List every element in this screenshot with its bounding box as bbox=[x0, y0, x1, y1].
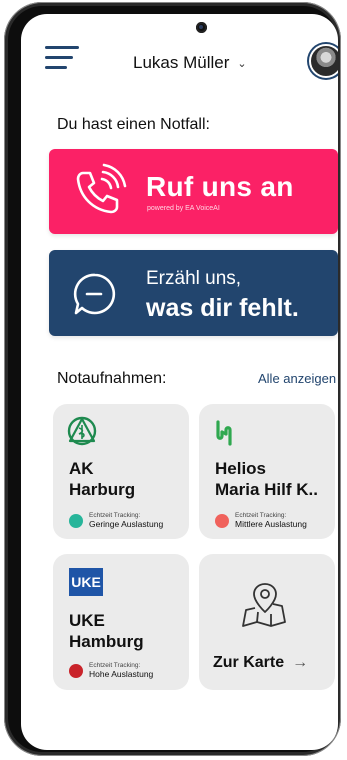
tracking-label: Echtzeit Tracking: bbox=[89, 662, 141, 669]
map-link: Zur Karte → bbox=[213, 654, 308, 672]
load-value: Geringe Auslastung bbox=[89, 519, 164, 529]
user-switcher[interactable]: Lukas Müller ⌄ bbox=[133, 52, 247, 74]
show-all-link[interactable]: Alle anzeigen bbox=[258, 371, 336, 386]
phone-call-icon bbox=[76, 163, 127, 214]
arrow-right-icon: → bbox=[292, 654, 309, 671]
app-screen: Lukas Müller ⌄ Du hast einen Notfall: Ru… bbox=[21, 14, 338, 750]
er-heading: Notaufnahmen: bbox=[57, 370, 167, 387]
hospital-tile-helios[interactable]: Helios Maria Hilf K.. Echtzeit Tracking:… bbox=[199, 404, 335, 539]
status-dot bbox=[69, 513, 83, 528]
emergency-heading: Du hast einen Notfall: bbox=[57, 116, 210, 133]
phone-bezel: Lukas Müller ⌄ Du hast einen Notfall: Ru… bbox=[8, 6, 338, 752]
phone-frame: Lukas Müller ⌄ Du hast einen Notfall: Ru… bbox=[4, 2, 341, 756]
status-badge: Echtzeit Tracking: Hohe Auslastung bbox=[69, 662, 153, 679]
chat-button[interactable]: Erzähl uns, was dir fehlt. bbox=[49, 250, 338, 336]
load-value: Hohe Auslastung bbox=[89, 669, 154, 679]
call-title: Ruf uns an bbox=[146, 171, 294, 202]
tracking-label: Echtzeit Tracking: bbox=[89, 512, 141, 519]
user-name: Lukas Müller bbox=[133, 53, 230, 72]
hospital-name-line1: UKE bbox=[69, 611, 105, 630]
chat-bubble-icon bbox=[73, 273, 116, 315]
hospital-name-line1: Helios bbox=[215, 459, 267, 478]
hospital-name-line1: AK bbox=[69, 459, 94, 478]
map-tile[interactable]: Zur Karte → bbox=[199, 554, 335, 690]
hospital-tile-uke[interactable]: UKE UKE Hamburg Echtzeit Tracking: Hohe … bbox=[53, 554, 189, 690]
chevron-down-icon: ⌄ bbox=[237, 57, 247, 70]
front-camera bbox=[196, 22, 207, 33]
map-label: Zur Karte bbox=[213, 654, 285, 671]
tracking-label: Echtzeit Tracking: bbox=[235, 512, 287, 519]
chat-line2: was dir fehlt. bbox=[146, 294, 299, 322]
uke-logo: UKE bbox=[69, 568, 103, 596]
map-pin-icon bbox=[242, 583, 286, 627]
call-us-button[interactable]: Ruf uns an powered by EA VoiceAI bbox=[49, 149, 338, 234]
asklepios-logo-icon bbox=[67, 416, 97, 446]
status-badge: Echtzeit Tracking: Geringe Auslastung bbox=[69, 512, 163, 529]
status-dot bbox=[215, 513, 229, 528]
hamburger-menu-icon[interactable] bbox=[45, 46, 79, 70]
hospital-name-line2: Maria Hilf K.. bbox=[215, 480, 318, 499]
call-subtitle: powered by EA VoiceAI bbox=[147, 205, 220, 212]
helios-logo-icon bbox=[216, 420, 232, 446]
profile-photo bbox=[309, 44, 338, 78]
status-badge: Echtzeit Tracking: Mittlere Auslastung bbox=[215, 512, 307, 529]
hospital-tile-ak-harburg[interactable]: AK Harburg Echtzeit Tracking: Geringe Au… bbox=[53, 404, 189, 539]
avatar[interactable] bbox=[307, 42, 338, 80]
hospital-name-line2: Harburg bbox=[69, 480, 136, 499]
load-value: Mittlere Auslastung bbox=[235, 519, 307, 529]
chat-line1: Erzähl uns, bbox=[146, 268, 242, 289]
status-dot bbox=[69, 663, 83, 678]
uke-logo-text: UKE bbox=[71, 574, 101, 590]
hospital-name-line2: Hamburg bbox=[69, 632, 144, 651]
